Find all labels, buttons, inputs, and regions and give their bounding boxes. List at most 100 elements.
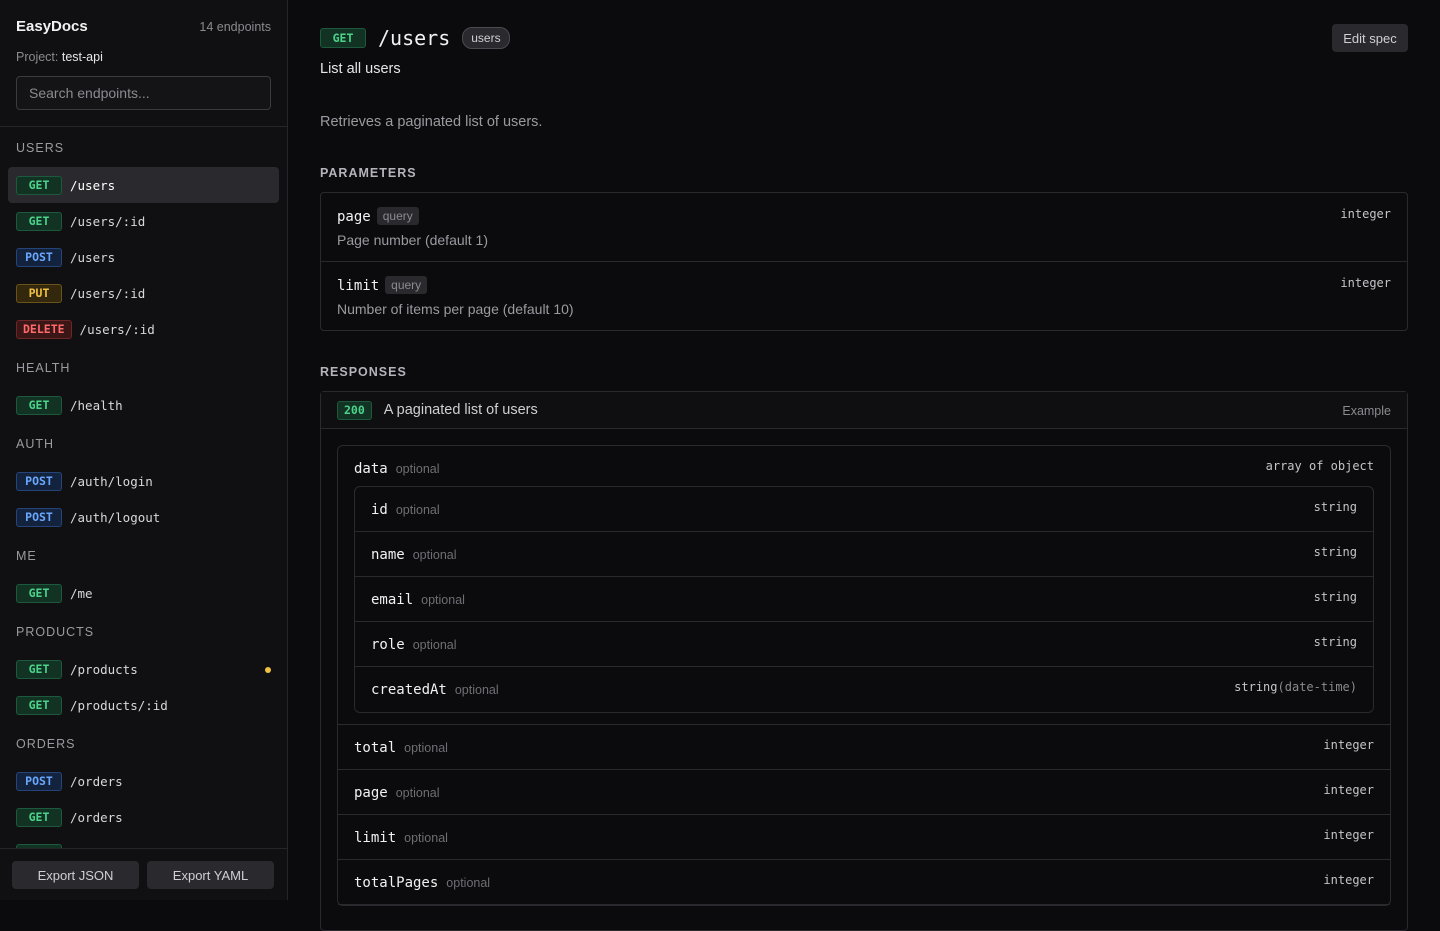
sidebar-endpoint[interactable]: POST/auth/login — [8, 463, 279, 499]
response-schema: data optional array of object id optional str… — [337, 445, 1391, 906]
sidebar-endpoint[interactable]: GET/me — [8, 575, 279, 611]
sidebar-endpoint[interactable]: GET/products/:id — [8, 687, 279, 723]
sidebar-endpoint[interactable]: DELETE/users/:id — [8, 311, 279, 347]
endpoint-path: /products/:id — [70, 697, 168, 713]
schema-field: name optional string — [355, 532, 1373, 577]
schema-field: email optional string — [355, 577, 1373, 622]
field-type: integer — [1323, 738, 1374, 752]
method-badge: GET — [16, 807, 62, 827]
schema-field: totalPages optional integer — [338, 860, 1390, 905]
search-input[interactable] — [16, 76, 271, 110]
parameter-head: limit query — [337, 276, 1391, 295]
endpoint-group: USERS GET/users GET/users/:id POST/users PUT… — [0, 141, 287, 347]
status-code-badge: 200 — [337, 400, 372, 420]
sidebar-endpoint[interactable]: POST/orders — [8, 763, 279, 799]
field-name: data — [354, 461, 388, 477]
field-name: totalPages — [354, 875, 439, 891]
endpoint-path: /users/:id — [70, 213, 146, 229]
parameter-description: Number of items per page (default 10) — [337, 301, 574, 317]
method-badge: PUT — [16, 283, 62, 303]
method-badge: POST — [16, 771, 62, 791]
group-items: GET/health — [0, 387, 287, 423]
response-panel: 200 A paginated list of users Example da… — [320, 391, 1408, 931]
export-yaml-button[interactable]: Export YAML — [147, 861, 274, 889]
field-type-name: string — [1234, 680, 1278, 694]
field-type: integer — [1323, 828, 1374, 842]
field-type-name: string — [1313, 545, 1357, 559]
schema-field: limit optional integer — [338, 815, 1390, 860]
endpoint-path: /auth/login — [70, 473, 153, 489]
optional-label: optional — [395, 503, 440, 517]
field-name: email — [371, 592, 414, 608]
field-name: page — [354, 785, 388, 801]
group-items: POST/auth/login POST/auth/logout — [0, 463, 287, 535]
schema-field: role optional string — [355, 622, 1373, 667]
parameter-row: limit query Number of items per page (defa… — [321, 262, 1407, 330]
field-type-name: string — [1313, 590, 1357, 604]
project-label: Project: — [16, 50, 59, 64]
sidebar-endpoint[interactable]: GET/orders/:id — [8, 835, 279, 848]
edit-spec-button[interactable]: Edit spec — [1332, 24, 1408, 52]
group-title: ME — [16, 549, 37, 563]
parameter-location-badge: query — [376, 207, 419, 225]
modified-dot — [265, 667, 271, 673]
export-json-button[interactable]: Export JSON — [12, 861, 139, 889]
field-type: string — [1314, 500, 1357, 514]
endpoint-path: /auth/logout — [70, 509, 161, 525]
parameter-type: integer — [1340, 207, 1391, 221]
optional-label: optional — [446, 876, 491, 890]
field-name: limit — [354, 830, 397, 846]
parameter-location-badge: query — [385, 276, 428, 294]
sidebar-endpoint[interactable]: GET/users — [8, 167, 279, 203]
method-badge: GET — [16, 659, 62, 679]
parameter-type: integer — [1340, 276, 1391, 290]
sidebar-endpoint[interactable]: GET/health — [8, 387, 279, 423]
group-title: PRODUCTS — [16, 625, 95, 639]
group-items: GET/me — [0, 575, 287, 611]
method-badge: POST — [16, 471, 62, 491]
response-description: A paginated list of users — [383, 402, 538, 418]
endpoint-group: HEALTH GET/health — [0, 361, 287, 423]
optional-label: optional — [395, 462, 440, 476]
field-type: string — [1314, 635, 1357, 649]
example-link[interactable]: Example — [1342, 404, 1391, 418]
response-header[interactable]: 200 A paginated list of users Example — [321, 392, 1407, 429]
parameter-head: page query — [337, 207, 1391, 226]
field-type-name: integer — [1323, 828, 1374, 842]
parameter-name: limit — [337, 278, 380, 294]
endpoint-path: /products — [70, 661, 138, 677]
tag-badge: users — [462, 27, 510, 49]
field-type: integer — [1323, 783, 1374, 797]
field-type-name: string — [1313, 635, 1357, 649]
group-title: ORDERS — [16, 737, 76, 751]
endpoint-path: /me — [70, 585, 93, 601]
schema-field: id optional string — [355, 487, 1373, 532]
field-name: name — [371, 547, 405, 563]
endpoint-path: /users — [378, 26, 451, 50]
sidebar-endpoint[interactable]: POST/users — [8, 239, 279, 275]
sidebar-endpoint[interactable]: GET/users/:id — [8, 203, 279, 239]
group-items: GET/users GET/users/:id POST/users PUT/user… — [0, 167, 287, 347]
sidebar-endpoint[interactable]: GET/products — [8, 651, 279, 687]
sidebar-endpoint[interactable]: GET/orders — [8, 799, 279, 835]
field-type-name: array of object — [1265, 459, 1374, 473]
parameters-heading: PARAMETERS — [320, 166, 417, 180]
parameter-row: page query Page number (default 1) integer — [321, 193, 1407, 262]
responses-heading: RESPONSES — [320, 365, 407, 379]
group-title: HEALTH — [16, 361, 71, 375]
endpoint-description: Retrieves a paginated list of users. — [320, 114, 543, 130]
field-type-format: (date-time) — [1277, 680, 1357, 694]
field-type-name: integer — [1323, 873, 1374, 887]
sidebar-endpoint[interactable]: POST/auth/logout — [8, 499, 279, 535]
sidebar-endpoint[interactable]: PUT/users/:id — [8, 275, 279, 311]
endpoint-summary: List all users — [320, 61, 401, 77]
endpoint-path: /users — [70, 249, 116, 265]
method-badge: POST — [16, 247, 62, 267]
group-items: GET/products GET/products/:id — [0, 651, 287, 723]
project-indicator: Project: test-api — [16, 50, 271, 64]
schema-field: data optional array of object id optional str… — [338, 446, 1390, 725]
schema-field: page optional integer — [338, 770, 1390, 815]
nested-schema: id optional string name optional string email o… — [354, 486, 1374, 713]
optional-label: optional — [454, 683, 499, 697]
method-badge: POST — [16, 507, 62, 527]
